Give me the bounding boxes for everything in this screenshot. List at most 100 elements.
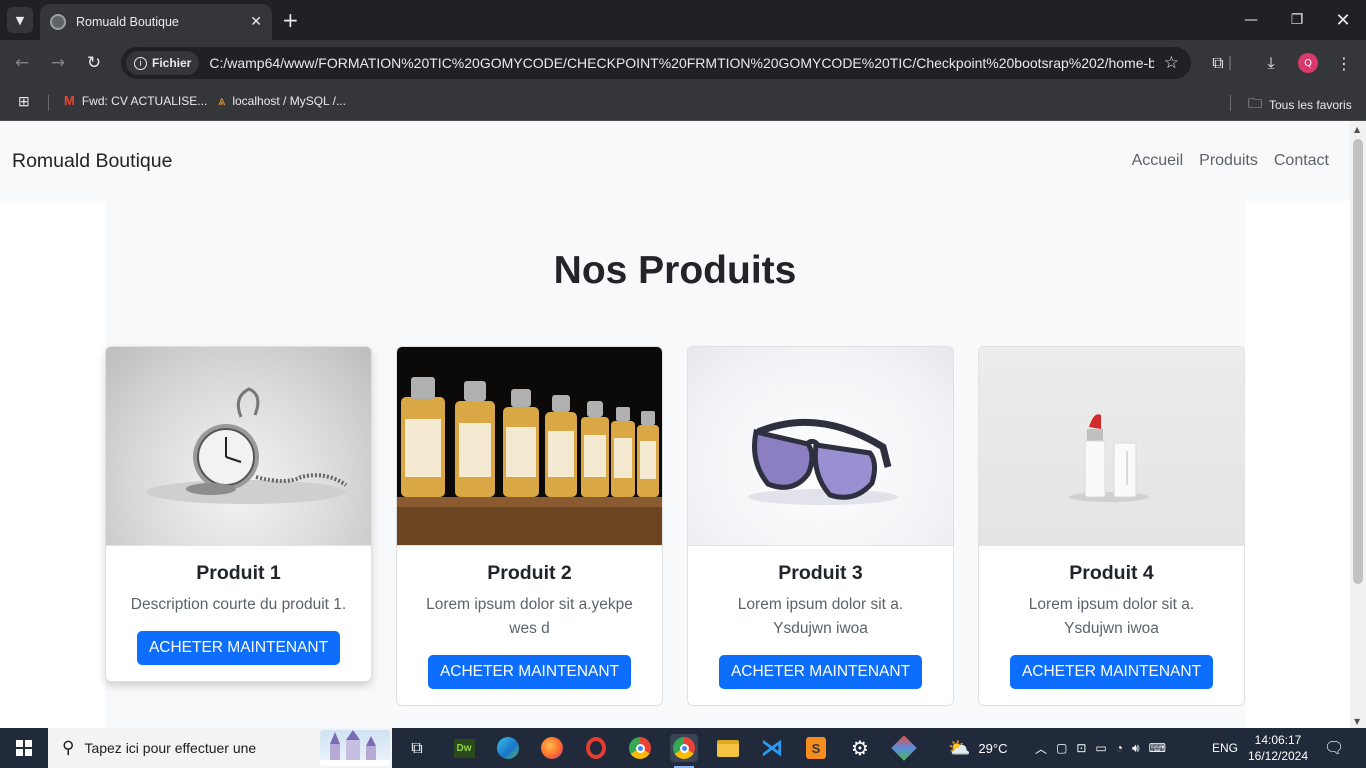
bookmark-star-icon[interactable]: ☆ (1164, 53, 1179, 73)
language-indicator[interactable]: ENG (1212, 728, 1238, 768)
tab-search-chevron-icon[interactable]: ▼ (7, 7, 33, 33)
search-highlight-image (320, 730, 390, 766)
file-explorer-icon[interactable] (714, 734, 742, 762)
product-title: Produit 3 (778, 562, 863, 584)
buy-now-button[interactable]: ACHETER MAINTENANT (136, 631, 341, 665)
folder-icon: 🗀 (1248, 95, 1262, 111)
forward-arrow-icon[interactable]: → (45, 50, 71, 76)
back-arrow-icon[interactable]: ← (9, 50, 35, 76)
windows-taskbar: ⚲ Tapez ici pour effectuer une ⧉ Dw ⋊ S … (0, 728, 1366, 768)
weather-temp: 29°C (978, 740, 1008, 756)
nav-link-accueil[interactable]: Accueil (1132, 152, 1184, 170)
scroll-thumb[interactable] (1353, 139, 1363, 584)
tab-bar: ▼ Romuald Boutique ✕ + — ❐ ✕ (0, 0, 1366, 40)
site-brand[interactable]: Romuald Boutique (12, 150, 172, 173)
toolbar-divider (1229, 56, 1231, 70)
product-description: Lorem ipsum dolor sit a. Ysdujwn iwoa (737, 596, 904, 637)
download-icon[interactable]: ⤓ (1258, 50, 1284, 76)
minimize-icon[interactable]: — (1228, 0, 1274, 40)
security-icon[interactable]: ⊡ (1076, 741, 1086, 755)
product-image-sunglasses (688, 347, 953, 546)
chrome-profile-icon[interactable] (670, 734, 698, 768)
product-description: Lorem ipsum dolor sit a. Ysdujwn iwoa (1028, 596, 1195, 637)
bookmark-divider (1230, 95, 1231, 111)
system-tray: ︿ ▢ ⊡ ▭ ◔ 🔊︎ ⌨ (1035, 728, 1166, 768)
apps-grid-icon[interactable]: ⊞ (18, 93, 30, 110)
search-placeholder: Tapez ici pour effectuer une (84, 740, 257, 756)
tab-close-icon[interactable]: ✕ (250, 14, 262, 30)
product-title: Produit 4 (1069, 562, 1154, 584)
edge-icon[interactable] (494, 734, 522, 762)
all-bookmarks-label: Tous les favoris (1269, 98, 1352, 112)
vscode-icon[interactable]: ⋊ (758, 734, 786, 762)
taskbar-search[interactable]: ⚲ Tapez ici pour effectuer une (48, 728, 392, 768)
keyboard-icon[interactable]: ⌨ (1149, 741, 1166, 755)
bookmark-gmail[interactable]: M Fwd: CV ACTUALISE... (64, 93, 207, 108)
nav-link-contact[interactable]: Contact (1274, 152, 1329, 170)
all-bookmarks-folder[interactable]: 🗀 Tous les favoris (1248, 93, 1352, 117)
volume-icon[interactable]: 🔊︎ (1132, 741, 1140, 756)
product-title: Produit 2 (487, 562, 572, 584)
info-icon: i (134, 56, 147, 70)
clock-date: 16/12/2024 (1247, 749, 1309, 763)
tab-title: Romuald Boutique (76, 15, 179, 29)
profile-avatar[interactable]: Q (1295, 50, 1321, 76)
chrome-icon[interactable] (626, 734, 654, 762)
product-image-pocket-watch (106, 347, 371, 546)
new-tab-button[interactable]: + (282, 8, 299, 32)
product-description: Description courte du produit 1. (130, 596, 347, 613)
extensions-icon[interactable]: ⧉ (1205, 50, 1231, 76)
site-info-label: Fichier (152, 56, 192, 70)
language-label: ENG (1212, 741, 1239, 755)
scroll-down-icon[interactable]: ▼ (1354, 717, 1360, 726)
clock[interactable]: 14:06:17 16/12/2024 (1247, 728, 1309, 768)
site-navbar: Romuald Boutique Accueil Produits Contac… (0, 121, 1350, 201)
buy-now-button[interactable]: ACHETER MAINTENANT (427, 655, 632, 689)
url-text[interactable]: C:/wamp64/www/FORMATION%20TIC%20GOMYCODE… (209, 55, 1154, 71)
bookmark-label: Fwd: CV ACTUALISE... (81, 93, 208, 108)
windows-logo-icon (16, 740, 32, 756)
settings-gear-icon[interactable]: ⚙ (846, 734, 874, 762)
nav-link-produits[interactable]: Produits (1199, 152, 1258, 170)
menu-kebab-icon[interactable]: ⋮ (1331, 50, 1357, 76)
profile-initial: Q (1298, 53, 1318, 73)
nav-links: Accueil Produits Contact (1132, 152, 1329, 170)
gmail-icon: M (64, 93, 75, 108)
page-scrollbar[interactable]: ▲ ▼ (1350, 121, 1366, 728)
bookmark-divider (48, 95, 49, 111)
start-button[interactable] (0, 728, 48, 768)
buy-now-button[interactable]: ACHETER MAINTENANT (718, 655, 923, 689)
firefox-icon[interactable] (538, 734, 566, 762)
bookmarks-bar: ⊞ M Fwd: CV ACTUALISE... ⩓ localhost / M… (0, 85, 1366, 121)
web-page: Romuald Boutique Accueil Produits Contac… (0, 121, 1350, 728)
weather-widget[interactable]: ⛅ 29°C (948, 728, 1007, 768)
product-image-lipstick (979, 347, 1244, 546)
product-description: Lorem ipsum dolor sit a.yekpe wes d (426, 596, 633, 637)
task-view-icon[interactable]: ⧉ (403, 734, 431, 762)
battery-icon[interactable]: ▭ (1095, 741, 1106, 755)
scroll-up-icon[interactable]: ▲ (1354, 125, 1360, 134)
notification-icon[interactable]: 🗨︎ (1324, 728, 1344, 768)
meet-now-icon[interactable]: ▢ (1056, 741, 1067, 755)
close-window-icon[interactable]: ✕ (1320, 0, 1366, 40)
restore-icon[interactable]: ❐ (1274, 0, 1320, 40)
browser-toolbar: ← → ↻ i Fichier C:/wamp64/www/FORMATION%… (0, 40, 1366, 85)
dreamweaver-icon[interactable]: Dw (450, 734, 478, 762)
weather-icon: ⛅ (948, 737, 971, 758)
reload-icon[interactable]: ↻ (81, 50, 107, 76)
clock-time: 14:06:17 (1254, 733, 1302, 747)
bookmark-mysql[interactable]: ⩓ localhost / MySQL /... (218, 93, 346, 109)
product-title: Produit 1 (196, 562, 281, 584)
site-info-chip[interactable]: i Fichier (126, 51, 200, 75)
address-bar[interactable]: i Fichier C:/wamp64/www/FORMATION%20TIC%… (121, 47, 1191, 79)
buy-now-button[interactable]: ACHETER MAINTENANT (1009, 655, 1214, 689)
sublime-text-icon[interactable]: S (802, 734, 830, 762)
opera-gx-icon[interactable] (582, 734, 610, 762)
wifi-icon[interactable]: ◔ (1116, 741, 1123, 755)
product-card: Produit 4 Lorem ipsum dolor sit a. Ysduj… (978, 346, 1245, 706)
browser-tab[interactable]: Romuald Boutique ✕ (40, 4, 272, 40)
product-image-perfume-bottles (397, 347, 662, 546)
git-gui-icon[interactable] (890, 734, 918, 762)
tray-chevron-icon[interactable]: ︿ (1035, 740, 1047, 757)
product-card: Produit 3 Lorem ipsum dolor sit a. Ysduj… (687, 346, 954, 706)
